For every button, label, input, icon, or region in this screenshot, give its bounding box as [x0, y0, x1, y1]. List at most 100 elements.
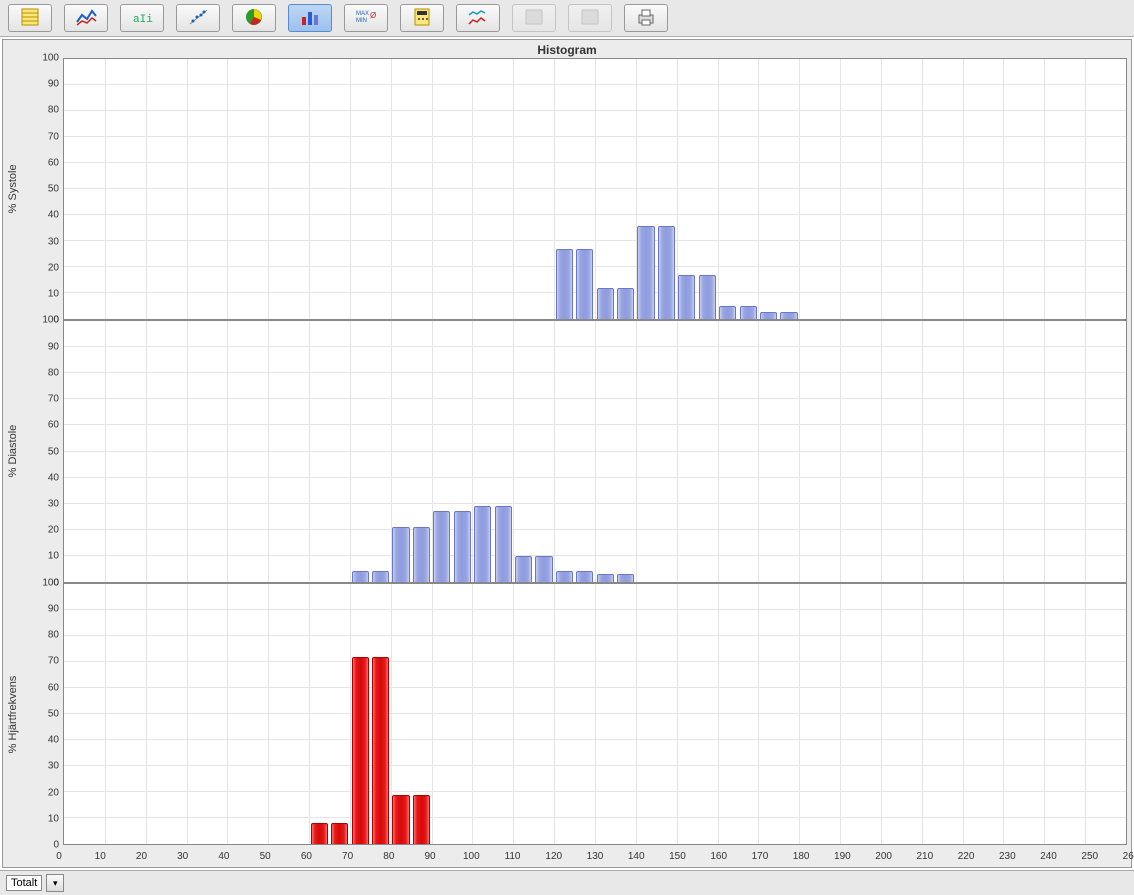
svg-text:MIN: MIN	[356, 18, 367, 24]
histogram-bar	[617, 574, 634, 582]
x-tick: 110	[505, 851, 521, 862]
y-tick: 60	[29, 682, 59, 693]
svg-text:MAX: MAX	[356, 11, 369, 17]
bottom-bar: Totalt ▾	[0, 870, 1134, 895]
y-tick: 20	[29, 787, 59, 798]
tbtn-multi-icon	[467, 7, 489, 30]
histogram-bar	[392, 795, 409, 844]
y-tick: 20	[29, 525, 59, 536]
histogram-bar	[556, 571, 573, 581]
x-tick: 160	[710, 851, 727, 862]
x-tick: 200	[875, 851, 892, 862]
x-tick: 50	[260, 851, 271, 862]
tbtn-line[interactable]	[64, 4, 108, 32]
y-tick: 30	[29, 236, 59, 247]
y-tick: 10	[29, 289, 59, 300]
tbtn-gray2-icon	[579, 7, 601, 30]
y-tick: 80	[29, 105, 59, 116]
y-tick: 40	[29, 472, 59, 483]
x-tick: 180	[793, 851, 810, 862]
x-tick: 70	[342, 851, 353, 862]
histogram-bar	[719, 306, 736, 319]
histogram-bar	[372, 571, 389, 581]
y-tick: 30	[29, 761, 59, 772]
tbtn-scatter[interactable]	[176, 4, 220, 32]
x-tick: 220	[958, 851, 975, 862]
x-tick: 210	[917, 851, 934, 862]
y-tick: 20	[29, 262, 59, 273]
histogram-bar	[433, 511, 450, 581]
histogram-bar	[740, 306, 757, 319]
chart-area: Histogram % Systole 0 10 20 30 40 50 60 70 80 90 10…	[2, 39, 1132, 868]
x-axis: 0102030405060708090100110120130140150160…	[59, 849, 1131, 867]
chart-title: Histogram	[3, 40, 1131, 58]
histogram-bar	[474, 506, 491, 581]
x-tick: 120	[545, 851, 562, 862]
range-select[interactable]: Totalt	[6, 875, 42, 891]
histogram-bar	[556, 249, 573, 319]
chart-panels: % Systole0102030405060708090100% Diastol…	[3, 58, 1131, 849]
y-axis-label: % Diastole	[7, 320, 25, 582]
histogram-bar	[311, 823, 328, 844]
tbtn-maxmin[interactable]: MAXMINØ	[344, 4, 388, 32]
y-tick: 90	[29, 79, 59, 90]
tbtn-gray1[interactable]	[512, 4, 556, 32]
tbtn-sheet[interactable]	[8, 4, 52, 32]
tbtn-print-icon	[635, 7, 657, 30]
chart-panel-2: % Hjärtfrekvens0102030405060708090100	[7, 583, 1127, 845]
x-tick: 0	[56, 851, 62, 862]
x-tick: 100	[463, 851, 480, 862]
y-tick: 0	[29, 839, 59, 850]
tbtn-gray1-icon	[523, 7, 545, 30]
histogram-bar	[760, 312, 777, 320]
svg-text:aIi: aIi	[133, 14, 153, 26]
chart-panel-1: % Diastole0102030405060708090100	[7, 320, 1127, 582]
tbtn-scatter-icon	[187, 7, 209, 30]
tbtn-multi[interactable]	[456, 4, 500, 32]
y-tick: 70	[29, 656, 59, 667]
y-tick: 100	[29, 53, 59, 64]
y-tick: 50	[29, 708, 59, 719]
x-tick: 230	[999, 851, 1016, 862]
histogram-bar	[413, 527, 430, 582]
range-dropdown-button[interactable]: ▾	[46, 874, 64, 892]
histogram-bar	[454, 511, 471, 581]
x-tick: 240	[1040, 851, 1057, 862]
x-tick: 80	[383, 851, 394, 862]
tbtn-pie[interactable]	[232, 4, 276, 32]
y-axis-label: % Hjärtfrekvens	[7, 583, 25, 845]
y-tick: 40	[29, 735, 59, 746]
x-tick: 10	[95, 851, 106, 862]
x-tick: 60	[301, 851, 312, 862]
y-tick: 10	[29, 813, 59, 824]
y-tick: 60	[29, 420, 59, 431]
y-tick: 50	[29, 446, 59, 457]
tbtn-print[interactable]	[624, 4, 668, 32]
y-tick: 30	[29, 498, 59, 509]
tbtn-histogram[interactable]	[288, 4, 332, 32]
tbtn-sheet-icon	[19, 7, 41, 30]
histogram-bar	[637, 226, 654, 320]
histogram-bar	[352, 657, 369, 844]
y-axis-label: % Systole	[7, 58, 25, 320]
x-tick: 250	[1081, 851, 1098, 862]
y-tick: 40	[29, 210, 59, 221]
histogram-bar	[535, 556, 552, 582]
svg-text:Ø: Ø	[370, 11, 376, 20]
tbtn-calc[interactable]	[400, 4, 444, 32]
y-tick: 70	[29, 131, 59, 142]
tbtn-gray2[interactable]	[568, 4, 612, 32]
y-tick: 80	[29, 630, 59, 641]
tbtn-text-icon: aIi	[131, 7, 153, 30]
y-axis: 0102030405060708090100	[25, 320, 63, 582]
tbtn-text[interactable]: aIi	[120, 4, 164, 32]
histogram-bar	[413, 795, 430, 844]
y-tick: 10	[29, 551, 59, 562]
histogram-bar	[576, 249, 593, 319]
plot-area	[63, 320, 1127, 582]
histogram-bar	[372, 657, 389, 844]
x-tick: 260	[1123, 851, 1134, 862]
tbtn-line-icon	[75, 7, 97, 30]
tbtn-maxmin-icon: MAXMINØ	[355, 7, 377, 30]
histogram-bar	[597, 288, 614, 319]
